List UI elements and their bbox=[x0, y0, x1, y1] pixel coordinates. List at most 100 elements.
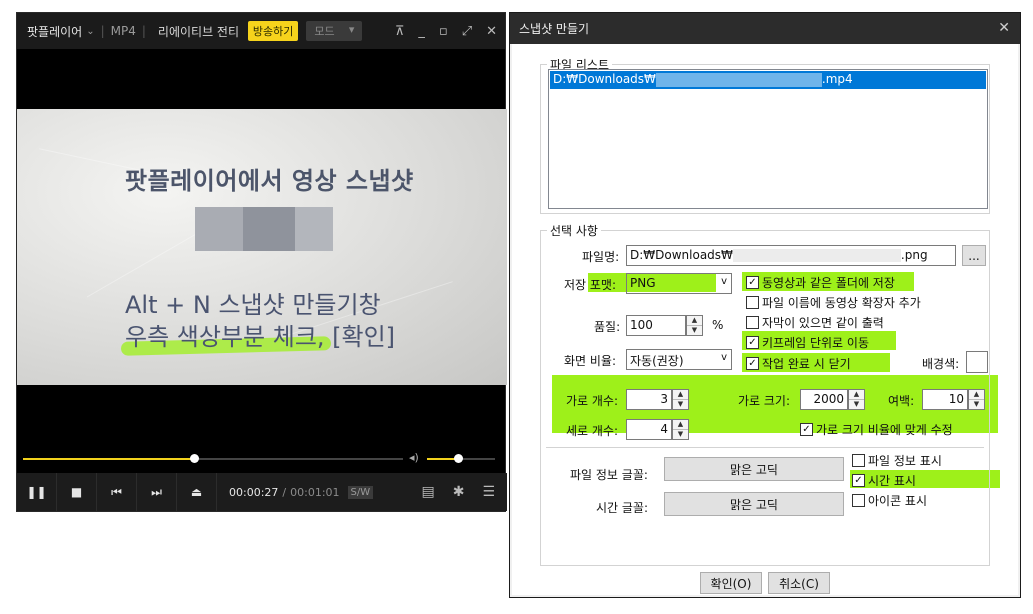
volume-slider[interactable] bbox=[427, 454, 495, 463]
volume-handle[interactable] bbox=[453, 454, 463, 463]
show-time-label: 시간 표시 bbox=[868, 474, 916, 488]
blurred-block bbox=[295, 207, 333, 251]
info-font-button[interactable]: 맑은 고딕 bbox=[664, 457, 844, 481]
checkbox-box: ✓ bbox=[746, 357, 759, 370]
rows-input[interactable]: 4 bbox=[626, 419, 672, 440]
pin-icon[interactable]: ⊼ bbox=[395, 24, 405, 39]
seek-handle[interactable] bbox=[190, 454, 199, 463]
up-arrow-icon[interactable]: ▲ bbox=[687, 316, 702, 326]
filename-input[interactable]: D:₩Downloads₩ .png bbox=[626, 245, 956, 266]
volume-icon[interactable]: ◂) bbox=[409, 451, 419, 464]
mode-dropdown[interactable]: 모드 ▾ bbox=[306, 21, 363, 41]
previous-icon[interactable]: ⏮ bbox=[97, 473, 137, 511]
down-arrow-icon[interactable]: ▼ bbox=[849, 400, 864, 409]
ok-button[interactable]: 확인(O) bbox=[700, 572, 762, 594]
current-time: 00:00:27 bbox=[229, 485, 279, 499]
gear-icon[interactable]: ✱ bbox=[453, 484, 465, 500]
close-icon[interactable]: ✕ bbox=[998, 20, 1010, 36]
file-ext: .mp4 bbox=[821, 72, 853, 86]
minimize-icon[interactable]: _ bbox=[418, 24, 425, 39]
margin-spinner[interactable]: ▲ ▼ bbox=[968, 389, 985, 410]
app-menu-button[interactable]: 팟플레이어 ⌄ bbox=[27, 23, 95, 40]
filename-label: 파일명: bbox=[582, 250, 620, 264]
format-value: PNG bbox=[630, 276, 656, 290]
close-on-done-checkbox[interactable]: ✓ 작업 완료 시 닫기 bbox=[746, 355, 851, 372]
chevron-down-icon: v bbox=[721, 352, 727, 363]
player-window: 팟플레이어 ⌄ | MP4 | 리에이티브 전티 방송하기 모드 ▾ ⊼ _ ▫… bbox=[16, 12, 507, 512]
up-arrow-icon[interactable]: ▲ bbox=[673, 420, 688, 430]
playlist-icon[interactable]: ▤ bbox=[421, 484, 434, 500]
time-display: 00:00:27 / 00:01:01 S/W bbox=[229, 485, 374, 499]
width-spinner[interactable]: ▲ ▼ bbox=[848, 389, 865, 410]
video-frame[interactable]: 팟플레이어에서 영상 스냅샷 Alt + N 스냅샷 만들기창 우측 색상부분 … bbox=[17, 109, 507, 385]
export-subtitle-label: 자막이 있으면 같이 출력 bbox=[762, 316, 884, 330]
pause-icon[interactable]: ❚❚ bbox=[17, 473, 57, 511]
show-icon-checkbox[interactable]: 아이콘 표시 bbox=[852, 492, 927, 509]
broadcast-button[interactable]: 방송하기 bbox=[247, 21, 299, 41]
keyframe-checkbox[interactable]: ✓ 키프레임 단위로 이동 bbox=[746, 334, 869, 351]
cancel-button[interactable]: 취소(C) bbox=[768, 572, 830, 594]
quality-spinner[interactable]: ▲ ▼ bbox=[686, 315, 703, 336]
fit-ratio-checkbox[interactable]: ✓ 가로 크기 비율에 맞게 수정 bbox=[800, 421, 953, 438]
total-time: 00:01:01 bbox=[290, 485, 340, 499]
rows-spinner[interactable]: ▲ ▼ bbox=[672, 419, 689, 440]
checkbox-box: ✓ bbox=[800, 423, 813, 436]
margin-input[interactable]: 10 bbox=[922, 389, 968, 410]
width-input[interactable]: 2000 bbox=[800, 389, 848, 410]
file-list-item[interactable]: D:₩Downloads₩ .mp4 bbox=[550, 71, 986, 89]
chevron-down-icon: v bbox=[721, 276, 727, 287]
close-icon[interactable]: ✕ bbox=[486, 24, 497, 39]
width-value: 2000 bbox=[813, 392, 844, 406]
stop-icon[interactable]: ■ bbox=[57, 473, 97, 511]
up-arrow-icon[interactable]: ▲ bbox=[969, 390, 984, 400]
bg-color-swatch[interactable] bbox=[966, 351, 988, 373]
dialog-titlebar: 스냅샷 만들기 ✕ bbox=[510, 13, 1020, 44]
down-arrow-icon[interactable]: ▼ bbox=[687, 326, 702, 335]
export-subtitle-checkbox[interactable]: 자막이 있으면 같이 출력 bbox=[746, 314, 884, 331]
cols-input[interactable]: 3 bbox=[626, 389, 672, 410]
fullscreen-icon[interactable]: ⤢ bbox=[462, 24, 472, 39]
eject-icon[interactable]: ⏏ bbox=[177, 473, 217, 511]
next-icon[interactable]: ⏭ bbox=[137, 473, 177, 511]
cols-spinner[interactable]: ▲ ▼ bbox=[672, 389, 689, 410]
filename-prefix: D:₩Downloads₩ bbox=[630, 248, 733, 262]
down-arrow-icon[interactable]: ▼ bbox=[969, 400, 984, 409]
add-extension-checkbox[interactable]: 파일 이름에 동영상 확장자 추가 bbox=[746, 294, 921, 311]
divider bbox=[546, 447, 984, 448]
up-arrow-icon[interactable]: ▲ bbox=[673, 390, 688, 400]
video-text-line2: 우측 색상부분 체크, [확인] bbox=[125, 323, 396, 351]
checkbox-box bbox=[852, 454, 865, 467]
blurred-block bbox=[195, 207, 243, 251]
seek-bar[interactable] bbox=[23, 454, 403, 463]
down-arrow-icon[interactable]: ▼ bbox=[673, 400, 688, 409]
up-arrow-icon[interactable]: ▲ bbox=[849, 390, 864, 400]
rows-value: 4 bbox=[660, 422, 668, 436]
browse-button[interactable]: ... bbox=[962, 245, 986, 266]
filename-ext: .png bbox=[900, 248, 928, 262]
same-folder-checkbox[interactable]: ✓ 동영상과 같은 폴더에 저장 bbox=[746, 274, 895, 291]
file-listbox[interactable]: D:₩Downloads₩ .mp4 bbox=[548, 69, 988, 209]
options-legend: 선택 사항 bbox=[550, 224, 598, 238]
margin-label: 여백: bbox=[888, 394, 915, 408]
chevron-down-icon: ⌄ bbox=[86, 25, 95, 37]
right-controls: ▤ ✱ ☰ bbox=[421, 484, 495, 500]
menu-icon[interactable]: ☰ bbox=[482, 484, 495, 500]
aspect-select[interactable]: 자동(권장) v bbox=[626, 349, 732, 370]
speed-badge[interactable]: S/W bbox=[347, 485, 374, 499]
show-icon-label: 아이콘 표시 bbox=[868, 494, 928, 508]
video-text-line1: Alt + N 스냅샷 만들기창 bbox=[125, 291, 381, 319]
window-controls: ⊼ _ ▫ ⤢ ✕ bbox=[395, 13, 497, 49]
quality-unit: % bbox=[712, 318, 724, 332]
down-arrow-icon[interactable]: ▼ bbox=[673, 430, 688, 439]
show-info-checkbox[interactable]: 파일 정보 표시 bbox=[852, 452, 942, 469]
maximize-icon[interactable]: ▫ bbox=[439, 24, 448, 39]
caret-down-icon: ▾ bbox=[348, 23, 355, 36]
control-bar: ❚❚ ■ ⏮ ⏭ ⏏ 00:00:27 / 00:01:01 S/W ▤ ✱ ☰ bbox=[17, 473, 507, 511]
quality-input[interactable]: 100 bbox=[626, 315, 686, 336]
time-font-button[interactable]: 맑은 고딕 bbox=[664, 492, 844, 516]
format-select[interactable]: PNG v bbox=[626, 273, 732, 294]
show-time-checkbox[interactable]: ✓ 시간 표시 bbox=[852, 472, 916, 489]
keyframe-label: 키프레임 단위로 이동 bbox=[762, 336, 869, 350]
dialog-body: 파일 리스트 D:₩Downloads₩ .mp4 선택 사항 파일명: D:₩D… bbox=[512, 44, 1018, 595]
fit-ratio-label: 가로 크기 비율에 맞게 수정 bbox=[816, 423, 953, 437]
